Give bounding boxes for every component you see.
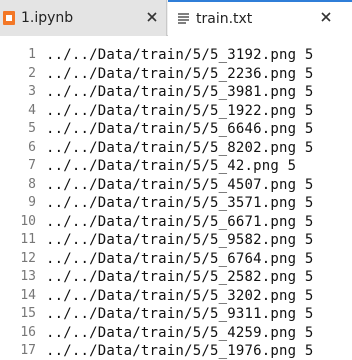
tab-label: 1.ipynb bbox=[21, 10, 74, 26]
line-text[interactable]: ../../Data/train/5/5_4259.png 5 bbox=[46, 324, 314, 342]
notebook-icon bbox=[3, 11, 15, 25]
editor-line[interactable]: 17 ../../Data/train/5/5_1976.png 5 bbox=[0, 342, 352, 360]
line-text[interactable]: ../../Data/train/5/5_3202.png 5 bbox=[46, 287, 314, 305]
text-file-icon bbox=[178, 12, 189, 24]
line-number: 17 bbox=[20, 343, 36, 358]
editor-line[interactable]: 13 ../../Data/train/5/5_2582.png 5 bbox=[0, 268, 352, 286]
line-text[interactable]: ../../Data/train/5/5_8202.png 5 bbox=[46, 139, 314, 157]
line-number: 15 bbox=[20, 306, 36, 321]
close-icon[interactable] bbox=[319, 10, 333, 24]
tab-1-ipynb[interactable]: 1.ipynb bbox=[0, 0, 167, 36]
line-text[interactable]: ../../Data/train/5/5_6671.png 5 bbox=[46, 213, 314, 231]
line-number: 13 bbox=[20, 269, 36, 284]
line-text[interactable]: ../../Data/train/5/5_3981.png 5 bbox=[46, 83, 314, 101]
line-text[interactable]: ../../Data/train/5/5_9582.png 5 bbox=[46, 231, 314, 249]
editor-line[interactable]: 4 ../../Data/train/5/5_1922.png 5 bbox=[0, 102, 352, 120]
line-text[interactable]: ../../Data/train/5/5_3571.png 5 bbox=[46, 194, 314, 212]
line-number: 3 bbox=[28, 84, 36, 99]
line-text[interactable]: ../../Data/train/5/5_2582.png 5 bbox=[46, 268, 314, 286]
editor-line[interactable]: 11 ../../Data/train/5/5_9582.png 5 bbox=[0, 231, 352, 249]
close-icon[interactable] bbox=[145, 10, 159, 24]
line-number: 7 bbox=[28, 158, 36, 173]
line-text[interactable]: ../../Data/train/5/5_42.png 5 bbox=[46, 157, 296, 175]
text-editor[interactable]: 1 ../../Data/train/5/5_3192.png 5 2 ../../D… bbox=[0, 37, 352, 360]
editor-line[interactable]: 12 ../../Data/train/5/5_6764.png 5 bbox=[0, 250, 352, 268]
tab-label: train.txt bbox=[196, 10, 253, 27]
line-number: 9 bbox=[28, 195, 36, 210]
line-text[interactable]: ../../Data/train/5/5_3192.png 5 bbox=[46, 46, 314, 64]
editor-line[interactable]: 8 ../../Data/train/5/5_4507.png 5 bbox=[0, 176, 352, 194]
line-number: 8 bbox=[28, 176, 36, 192]
line-number: 12 bbox=[20, 250, 36, 266]
line-text[interactable]: ../../Data/train/5/5_6764.png 5 bbox=[46, 250, 314, 268]
tab-bar: 1.ipynb train.txt bbox=[0, 0, 352, 37]
line-number: 11 bbox=[20, 232, 36, 247]
line-text[interactable]: ../../Data/train/5/5_9311.png 5 bbox=[46, 305, 314, 323]
editor-line[interactable]: 3 ../../Data/train/5/5_3981.png 5 bbox=[0, 83, 352, 101]
editor-line[interactable]: 6 ../../Data/train/5/5_8202.png 5 bbox=[0, 139, 352, 157]
line-number: 6 bbox=[28, 139, 36, 155]
tab-train-txt[interactable]: train.txt bbox=[168, 0, 352, 37]
line-text[interactable]: ../../Data/train/5/5_2236.png 5 bbox=[46, 65, 314, 83]
line-text[interactable]: ../../Data/train/5/5_1922.png 5 bbox=[46, 102, 314, 120]
editor-line[interactable]: 5 ../../Data/train/5/5_6646.png 5 bbox=[0, 120, 352, 138]
line-number: 14 bbox=[20, 287, 36, 303]
line-text[interactable]: ../../Data/train/5/5_6646.png 5 bbox=[46, 120, 314, 138]
line-number: 5 bbox=[28, 121, 36, 136]
editor-line[interactable]: 15 ../../Data/train/5/5_9311.png 5 bbox=[0, 305, 352, 323]
line-number: 4 bbox=[28, 102, 36, 118]
editor-line[interactable]: 9 ../../Data/train/5/5_3571.png 5 bbox=[0, 194, 352, 212]
line-number: 1 bbox=[28, 47, 36, 62]
editor-line[interactable]: 2 ../../Data/train/5/5_2236.png 5 bbox=[0, 65, 352, 83]
editor-line[interactable]: 7 ../../Data/train/5/5_42.png 5 bbox=[0, 157, 352, 175]
line-text[interactable]: ../../Data/train/5/5_4507.png 5 bbox=[46, 176, 314, 194]
line-number: 2 bbox=[28, 65, 36, 81]
editor-line[interactable]: 10 ../../Data/train/5/5_6671.png 5 bbox=[0, 213, 352, 231]
editor-line[interactable]: 16 ../../Data/train/5/5_4259.png 5 bbox=[0, 324, 352, 342]
editor-line[interactable]: 1 ../../Data/train/5/5_3192.png 5 bbox=[0, 46, 352, 64]
line-number: 10 bbox=[20, 213, 36, 229]
line-text[interactable]: ../../Data/train/5/5_1976.png 5 bbox=[46, 342, 314, 360]
line-number: 16 bbox=[20, 324, 36, 340]
editor-line[interactable]: 14 ../../Data/train/5/5_3202.png 5 bbox=[0, 287, 352, 305]
